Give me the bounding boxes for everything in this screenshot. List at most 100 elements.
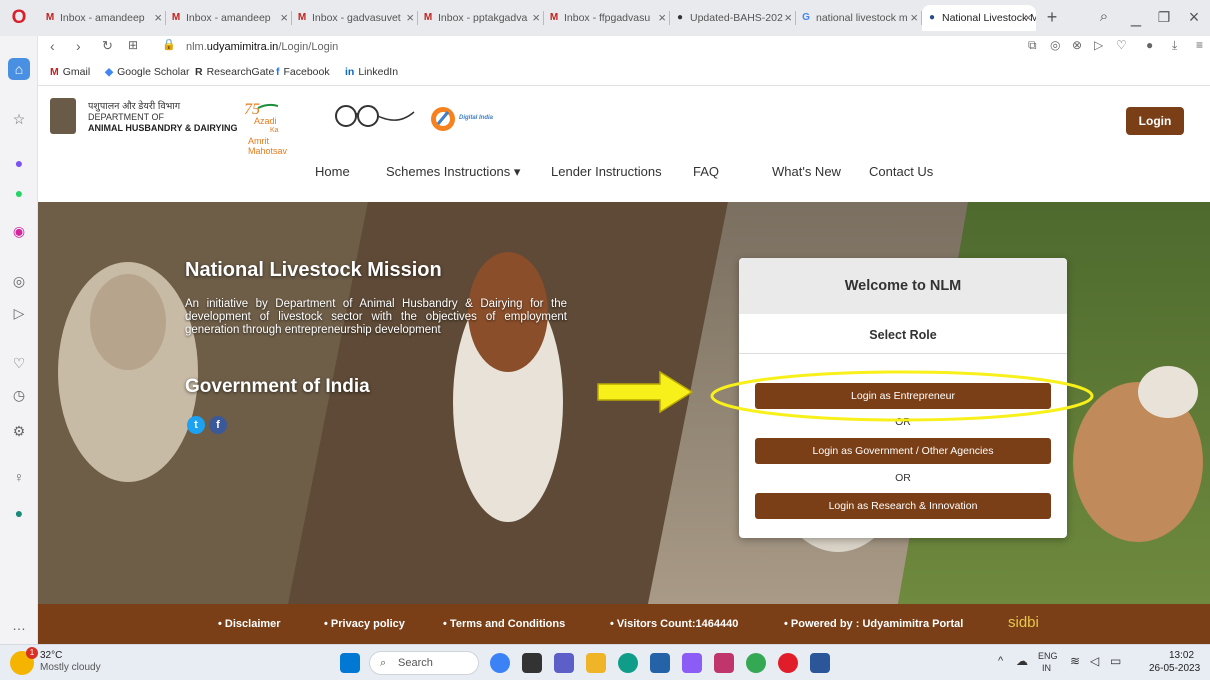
tab-grid-icon[interactable]: ⊞ bbox=[128, 38, 138, 52]
login-government-button[interactable]: Login as Government / Other Agencies bbox=[755, 438, 1051, 464]
facebook-icon[interactable]: f bbox=[209, 416, 227, 434]
close-tab-icon[interactable]: × bbox=[658, 5, 666, 31]
download-icon[interactable]: ⤓ bbox=[1172, 38, 1177, 53]
word-icon[interactable] bbox=[810, 653, 830, 673]
reload-icon[interactable]: ↻ bbox=[102, 38, 113, 54]
nav-lender-instructions[interactable]: Lender Instructions bbox=[551, 164, 662, 179]
task-view-icon[interactable] bbox=[522, 653, 542, 673]
volume-icon[interactable]: ◁ bbox=[1090, 654, 1099, 668]
url-prefix: nlm. bbox=[186, 41, 207, 53]
file-explorer-icon[interactable] bbox=[586, 653, 606, 673]
bookmark-researchgate[interactable]: R ResearchGate bbox=[195, 66, 274, 78]
wifi-icon[interactable]: ≋ bbox=[1070, 654, 1080, 668]
tab-inbox-4[interactable]: M Inbox - pptakgadva × bbox=[418, 5, 544, 31]
bookmark-linkedin[interactable]: in LinkedIn bbox=[345, 66, 398, 78]
heart-icon[interactable]: ♡ bbox=[1116, 38, 1127, 52]
menu-icon[interactable]: ≡ bbox=[1196, 38, 1203, 52]
nav-whats-new[interactable]: What's New bbox=[772, 164, 841, 179]
tab-inbox-3[interactable]: M Inbox - gadvasuvet × bbox=[292, 5, 418, 31]
nav-faq[interactable]: FAQ bbox=[693, 164, 719, 179]
taskbar-search[interactable]: ⌕ Search bbox=[369, 651, 479, 675]
nav-home[interactable]: Home bbox=[315, 164, 350, 179]
more-icon[interactable]: … bbox=[8, 614, 30, 636]
search-tabs-icon[interactable]: ⌕ bbox=[1090, 6, 1118, 28]
send-icon[interactable]: ▷ bbox=[1094, 38, 1103, 52]
pin-icon[interactable]: ♀ bbox=[8, 466, 30, 488]
snapshot-icon[interactable]: ⧉ bbox=[1028, 38, 1037, 53]
close-tab-icon[interactable]: × bbox=[532, 5, 540, 31]
maximize-icon[interactable]: ❐ bbox=[1150, 6, 1178, 28]
nav-contact-us[interactable]: Contact Us bbox=[869, 164, 933, 179]
gmail-icon: M bbox=[171, 12, 181, 23]
digital-india-logo: Digital India bbox=[431, 104, 511, 134]
player-icon[interactable]: ◎ bbox=[8, 270, 30, 292]
mcafee-icon[interactable] bbox=[714, 653, 734, 673]
extension-icon[interactable]: ⊗ bbox=[1072, 38, 1082, 52]
chrome-icon[interactable] bbox=[746, 653, 766, 673]
twitter-icon[interactable]: t bbox=[187, 416, 205, 434]
url-field[interactable]: nlm.udyamimitra.in/Login/Login bbox=[186, 41, 338, 53]
forward-icon[interactable]: › bbox=[76, 38, 81, 54]
teams-icon[interactable] bbox=[554, 653, 574, 673]
instagram-icon[interactable]: ◉ bbox=[8, 220, 30, 242]
site-favicon-icon: ● bbox=[928, 12, 936, 23]
back-icon[interactable]: ‹ bbox=[50, 38, 55, 54]
store-icon[interactable] bbox=[650, 653, 670, 673]
settings-icon[interactable]: ⚙ bbox=[8, 420, 30, 442]
close-tab-icon[interactable]: × bbox=[910, 5, 918, 31]
footer-label: Powered by : Udyamimitra Portal bbox=[790, 618, 964, 630]
tab-national-livestock-active[interactable]: ● National Livestock M × bbox=[922, 5, 1036, 31]
login-button[interactable]: Login bbox=[1126, 107, 1184, 135]
bookmark-label: Gmail bbox=[62, 66, 91, 78]
camera-icon[interactable]: ◎ bbox=[1050, 38, 1060, 52]
nav-schemes-instructions[interactable]: Schemes Instructions ▾ bbox=[386, 164, 520, 180]
send-icon[interactable]: ▷ bbox=[8, 302, 30, 324]
heart-icon[interactable]: ♡ bbox=[8, 352, 30, 374]
clock-time[interactable]: 13:02 bbox=[1169, 650, 1194, 661]
clock-date[interactable]: 26-05-2023 bbox=[1149, 663, 1200, 674]
bing-icon[interactable] bbox=[490, 653, 510, 673]
footer-terms[interactable]: • Terms and Conditions bbox=[443, 618, 565, 630]
close-window-icon[interactable]: × bbox=[1180, 6, 1208, 28]
close-tab-icon[interactable]: × bbox=[1024, 5, 1032, 31]
close-tab-icon[interactable]: × bbox=[280, 5, 288, 31]
app-icon[interactable] bbox=[682, 653, 702, 673]
tab-label: national livestock m bbox=[816, 12, 908, 24]
battery-icon[interactable]: ▭ bbox=[1110, 654, 1121, 668]
svg-text:75: 75 bbox=[244, 101, 260, 116]
tab-inbox-1[interactable]: M Inbox - amandeep × bbox=[40, 5, 166, 31]
tab-inbox-2[interactable]: M Inbox - amandeep × bbox=[166, 5, 292, 31]
aria-icon[interactable]: ● bbox=[8, 502, 30, 524]
history-icon[interactable]: ◷ bbox=[8, 384, 30, 406]
azadi-text: Azadi bbox=[254, 116, 277, 126]
bookmark-google-scholar[interactable]: ◆ Google Scholar bbox=[105, 66, 189, 78]
tab-inbox-5[interactable]: M Inbox - ffpgadvasu × bbox=[544, 5, 670, 31]
close-tab-icon[interactable]: × bbox=[406, 5, 414, 31]
opera-icon[interactable] bbox=[778, 653, 798, 673]
chevron-up-icon[interactable]: ^ bbox=[998, 655, 1003, 667]
bookmark-facebook[interactable]: f Facebook bbox=[276, 66, 330, 78]
new-tab-icon[interactable]: + bbox=[1038, 6, 1066, 28]
or-separator: OR bbox=[895, 472, 911, 484]
login-research-button[interactable]: Login as Research & Innovation bbox=[755, 493, 1051, 519]
footer-privacy-policy[interactable]: • Privacy policy bbox=[324, 618, 405, 630]
messenger-icon[interactable]: ● bbox=[8, 152, 30, 174]
star-icon[interactable]: ☆ bbox=[8, 108, 30, 130]
minimize-icon[interactable]: _ bbox=[1122, 6, 1150, 28]
close-tab-icon[interactable]: × bbox=[784, 5, 792, 31]
close-tab-icon[interactable]: × bbox=[154, 5, 162, 31]
whatsapp-icon[interactable]: ● bbox=[8, 182, 30, 204]
edge-icon[interactable] bbox=[618, 653, 638, 673]
home-icon[interactable]: ⌂ bbox=[8, 58, 30, 80]
bookmark-gmail[interactable]: M Gmail bbox=[50, 66, 90, 78]
language-indicator[interactable]: ENG bbox=[1038, 651, 1058, 661]
footer-label: Terms and Conditions bbox=[449, 618, 566, 630]
tab-google-search[interactable]: G national livestock m × bbox=[796, 5, 922, 31]
windows-start-icon[interactable] bbox=[340, 653, 360, 673]
profile-icon[interactable]: ● bbox=[1146, 38, 1153, 52]
footer-powered-by[interactable]: • Powered by : Udyamimitra Portal bbox=[784, 618, 963, 630]
opera-logo-icon[interactable]: O bbox=[8, 7, 30, 29]
tab-updated-bahs[interactable]: ● Updated-BAHS-202 × bbox=[670, 5, 796, 31]
cloud-icon[interactable]: ☁ bbox=[1016, 654, 1028, 668]
footer-disclaimer[interactable]: • Disclaimer bbox=[218, 618, 281, 630]
